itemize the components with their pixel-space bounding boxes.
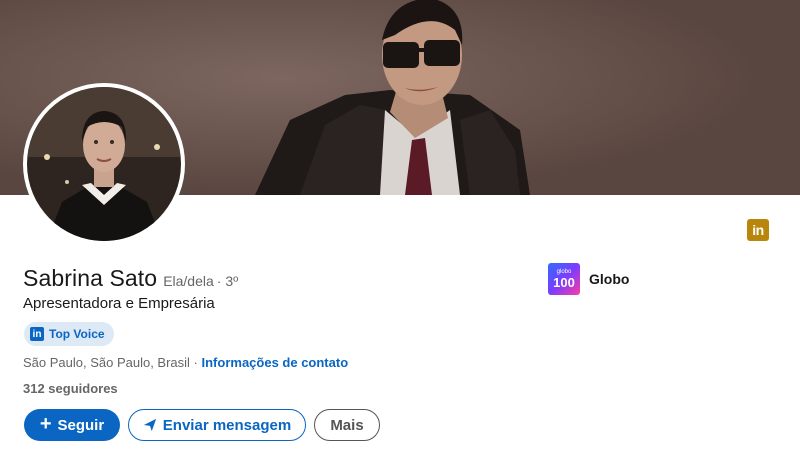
pronouns: Ela/dela [163, 273, 214, 289]
plus-icon: + [39, 413, 52, 435]
more-button[interactable]: Mais [314, 409, 380, 441]
profile-name: Sabrina Sato [23, 265, 158, 291]
follow-button[interactable]: + Seguir [24, 409, 120, 441]
company-link[interactable]: globo 100 Globo [548, 263, 629, 295]
message-button[interactable]: Enviar mensagem [128, 409, 306, 441]
send-icon [143, 418, 156, 432]
globo-logo: globo 100 [548, 263, 580, 295]
followers-count[interactable]: 312 seguidores [23, 381, 118, 396]
location-text: São Paulo, São Paulo, Brasil [23, 355, 190, 370]
connection-degree: · 3º [216, 273, 239, 289]
message-label: Enviar mensagem [162, 416, 292, 434]
contact-info-link[interactable]: Informações de contato [202, 355, 349, 370]
top-voice-badge[interactable]: in Top Voice [24, 322, 114, 346]
profile-card: in Sabrina Sato Ela/dela · 3º Apresentad… [0, 0, 800, 462]
linkedin-icon[interactable]: in [747, 219, 769, 241]
linkedin-icon: in [30, 327, 44, 341]
avatar-image [27, 87, 181, 241]
logo-text-main: 100 [553, 275, 575, 290]
location-separator: · [189, 355, 202, 370]
location-row: São Paulo, São Paulo, Brasil · Informaçõ… [23, 355, 348, 370]
name-row: Sabrina Sato Ela/dela · 3º [23, 265, 238, 292]
profile-headline: Apresentadora e Empresária [23, 295, 215, 312]
avatar[interactable] [23, 83, 185, 245]
follow-label: Seguir [57, 416, 105, 434]
top-voice-label: Top Voice [49, 327, 105, 341]
company-name: Globo [589, 271, 630, 287]
more-label: Mais [330, 416, 364, 434]
